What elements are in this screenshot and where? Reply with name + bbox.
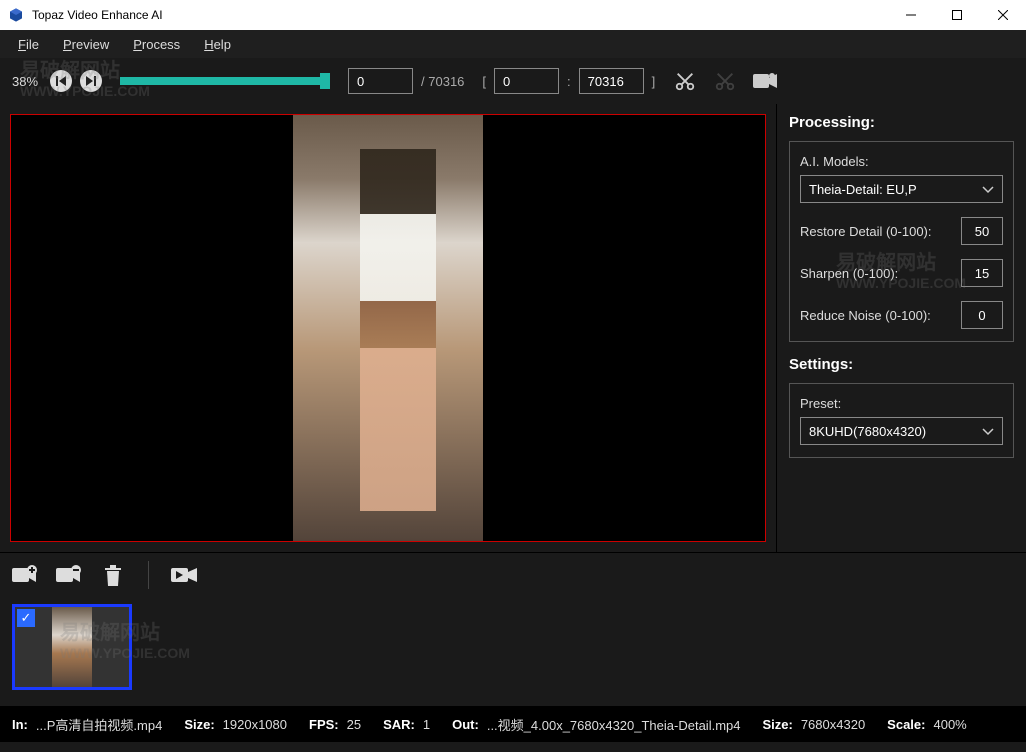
restore-detail-label: Restore Detail (0-100): — [800, 224, 932, 239]
models-label: A.I. Models: — [800, 154, 1003, 169]
restore-detail-input[interactable] — [961, 217, 1003, 245]
maximize-button[interactable] — [934, 0, 980, 30]
zoom-label: 38% — [12, 74, 38, 89]
sidebar: Processing: A.I. Models: Theia-Detail: E… — [776, 104, 1026, 552]
thumbnail-item[interactable]: ✓ — [12, 604, 132, 690]
menu-bar: File Preview Process Help — [0, 30, 1026, 58]
prev-frame-button[interactable] — [50, 70, 72, 92]
bottom-toolbar — [0, 552, 1026, 596]
size2-value: 7680x4320 — [801, 717, 865, 732]
menu-preview[interactable]: Preview — [53, 33, 119, 56]
menu-file[interactable]: File — [8, 33, 49, 56]
settings-title: Settings: — [789, 356, 1014, 373]
process-video-button[interactable] — [171, 562, 197, 588]
range-end-input[interactable] — [579, 68, 644, 94]
menu-process[interactable]: Process — [123, 33, 190, 56]
reduce-noise-label: Reduce Noise (0-100): — [800, 308, 931, 323]
next-frame-button[interactable] — [80, 70, 102, 92]
cut-disabled-icon — [713, 69, 737, 93]
reduce-noise-input[interactable] — [961, 301, 1003, 329]
size2-label: Size: — [762, 717, 792, 732]
check-icon: ✓ — [17, 609, 35, 627]
cut-icon[interactable] — [673, 69, 697, 93]
chevron-down-icon — [982, 182, 994, 197]
settings-panel: Preset: 8KUHD(7680x4320) — [789, 383, 1014, 458]
add-video-button[interactable] — [12, 562, 38, 588]
remove-video-button[interactable] — [56, 562, 82, 588]
main-area: Processing: A.I. Models: Theia-Detail: E… — [0, 104, 1026, 552]
out-value: ...视频_4.00x_7680x4320_Theia-Detail.mp4 — [487, 715, 741, 734]
thumbnail-image — [52, 607, 92, 687]
current-frame-input[interactable] — [348, 68, 413, 94]
preset-label: Preset: — [800, 396, 1003, 411]
size1-label: Size: — [184, 717, 214, 732]
processing-panel: A.I. Models: Theia-Detail: EU,P Restore … — [789, 141, 1014, 342]
processing-title: Processing: — [789, 114, 1014, 131]
scale-value: 400% — [933, 717, 966, 732]
video-frame — [293, 115, 483, 541]
divider — [148, 561, 149, 589]
out-label: Out: — [452, 717, 479, 732]
model-dropdown[interactable]: Theia-Detail: EU,P — [800, 175, 1003, 203]
in-label: In: — [12, 717, 28, 732]
status-bar: In: ...P高清自拍视频.mp4 Size: 1920x1080 FPS: … — [0, 706, 1026, 742]
record-icon[interactable] — [753, 69, 777, 93]
window-title: Topaz Video Enhance AI — [32, 8, 888, 22]
thumbnail-strip: ✓ — [0, 596, 1026, 706]
preview-viewport[interactable] — [10, 114, 766, 542]
window-controls — [888, 0, 1026, 30]
fps-value: 25 — [347, 717, 361, 732]
fps-label: FPS: — [309, 717, 339, 732]
frame-separator: / 70316 — [421, 74, 464, 89]
menu-help[interactable]: Help — [194, 33, 241, 56]
chevron-down-icon — [982, 424, 994, 439]
size1-value: 1920x1080 — [223, 717, 287, 732]
delete-button[interactable] — [100, 562, 126, 588]
toolbar: 38% / 70316 [ : ] — [0, 58, 1026, 104]
title-bar: Topaz Video Enhance AI — [0, 0, 1026, 30]
app-icon — [8, 7, 24, 23]
range-start-input[interactable] — [494, 68, 559, 94]
scale-label: Scale: — [887, 717, 925, 732]
sar-value: 1 — [423, 717, 430, 732]
sharpen-input[interactable] — [961, 259, 1003, 287]
close-button[interactable] — [980, 0, 1026, 30]
preview-panel — [0, 104, 776, 552]
timeline-slider[interactable] — [120, 77, 330, 85]
in-value: ...P高清自拍视频.mp4 — [36, 715, 162, 734]
minimize-button[interactable] — [888, 0, 934, 30]
preset-dropdown[interactable]: 8KUHD(7680x4320) — [800, 417, 1003, 445]
sar-label: SAR: — [383, 717, 415, 732]
sharpen-label: Sharpen (0-100): — [800, 266, 898, 281]
